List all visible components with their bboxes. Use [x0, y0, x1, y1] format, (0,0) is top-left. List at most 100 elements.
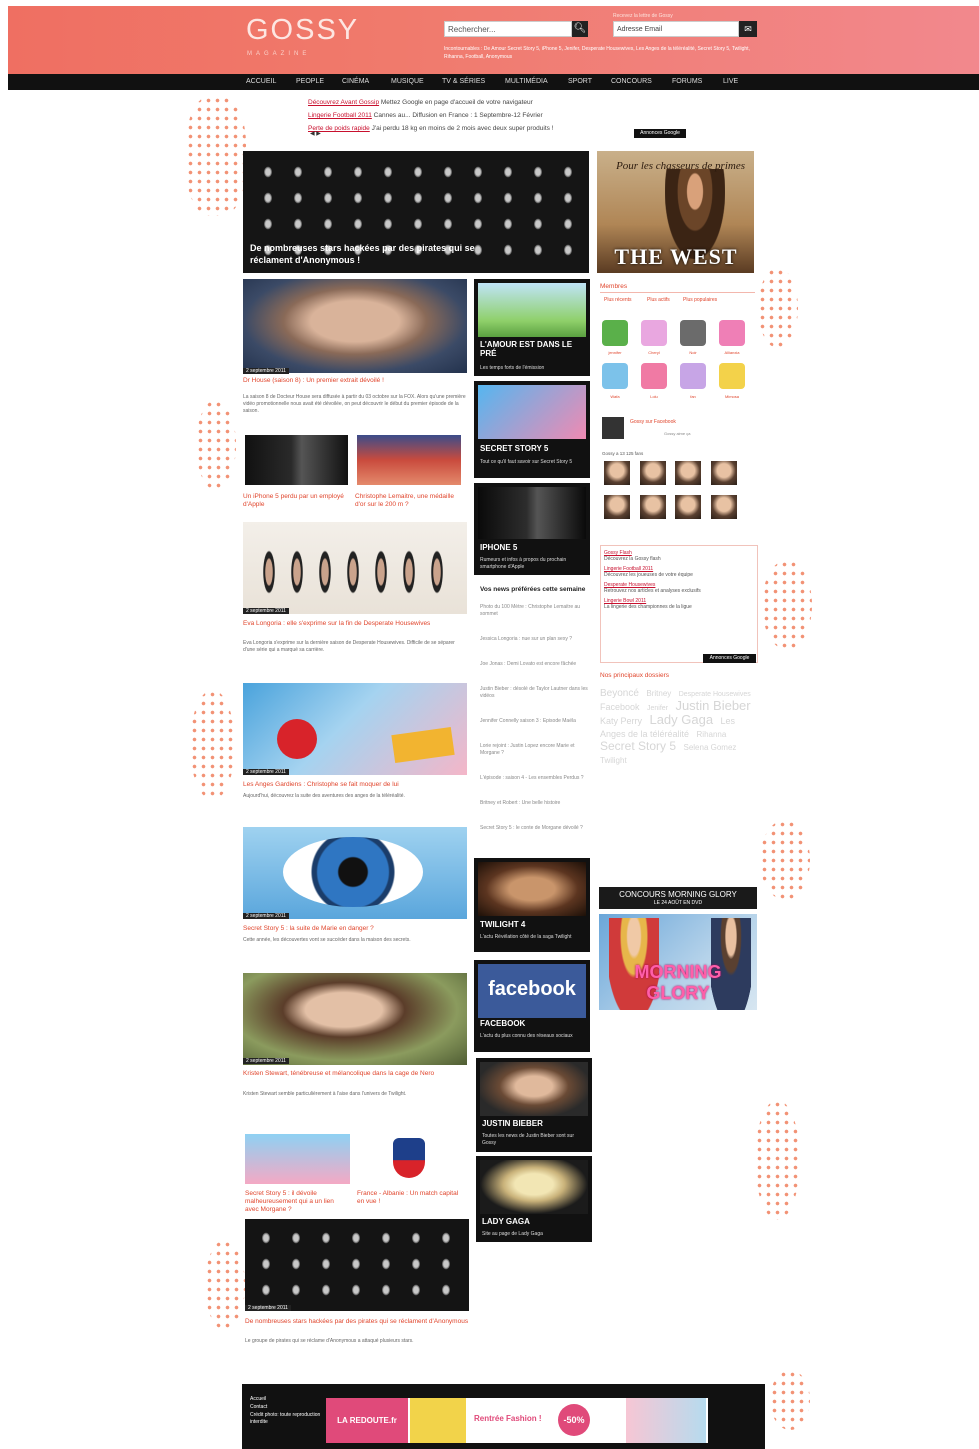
contest-header[interactable]: CONCOURS MORNING GLORY LE 24 AOÛT EN DVD [599, 887, 757, 909]
card-facebook[interactable]: facebook FACEBOOK L'actu du plus connu d… [474, 960, 590, 1052]
envelope-icon[interactable]: ✉ [739, 21, 757, 37]
article-title[interactable]: Les Anges Gardiens : Christophe se fait … [243, 781, 467, 789]
article-title[interactable]: Christophe Lemaitre, une médaille d'or s… [355, 493, 461, 509]
article-image-lemaitre[interactable] [357, 435, 461, 485]
footer-ad-banner[interactable]: LA REDOUTE.fr Rentrée Fashion ! -50% [326, 1398, 708, 1443]
fan-avatar[interactable] [711, 495, 737, 519]
article-image-secret-story-eye[interactable] [243, 827, 467, 919]
fan-avatar[interactable] [711, 461, 737, 485]
list-item[interactable]: Justin Bieber : désolé de Taylor Lautner… [480, 686, 590, 700]
article-title[interactable]: Kristen Stewart, ténébreuse et mélancoli… [243, 1070, 467, 1078]
tag-link[interactable]: Lady Gaga [649, 712, 713, 727]
sponsored-link[interactable]: Lingerie Football 2011 Découvrez les joue… [604, 566, 754, 578]
sponsored-link[interactable]: Gossy Flash Découvrez la Gossy flash [604, 550, 754, 562]
avatar[interactable] [680, 320, 706, 346]
article-image-desperate-housewives[interactable] [243, 522, 467, 614]
search-input[interactable]: Rechercher... [444, 21, 572, 37]
tab-popular[interactable]: Plus populaires [683, 297, 717, 303]
avatar[interactable] [680, 363, 706, 389]
avatar[interactable] [641, 363, 667, 389]
article-image-iphone[interactable] [245, 435, 348, 485]
gossy-facebook-label[interactable]: Gossy sur Facebook [630, 419, 676, 425]
article-image-house[interactable] [243, 279, 467, 373]
nav-item-accueil[interactable]: ACCUEIL [246, 74, 276, 90]
gossy-facebook-like[interactable]: Gossy aime ça [664, 431, 690, 436]
article-title[interactable]: Dr House (saison 8) : Un premier extrait… [243, 377, 467, 385]
nav-item-concours[interactable]: CONCOURS [611, 74, 652, 90]
site-logo[interactable]: GOSSY [246, 14, 359, 47]
list-item[interactable]: Jennifer Connelly saison 3 : Episode Maë… [480, 718, 590, 725]
fan-avatar[interactable] [640, 461, 666, 485]
nav-item-forums[interactable]: FORUMS [672, 74, 702, 90]
list-item[interactable]: Jessica Longoria : nue sur un plan sexy … [480, 636, 590, 643]
ad-badge[interactable]: Annonces Google [634, 129, 686, 138]
sponsored-link[interactable]: Lingerie Football 2011 Cannes au... Diff… [308, 109, 688, 122]
member-name[interactable]: fan [676, 394, 710, 399]
tag-link[interactable]: Twilight [600, 756, 627, 765]
footer-link-home[interactable]: Accueil [250, 1396, 266, 1403]
nav-item-sport[interactable]: SPORT [568, 74, 592, 90]
sponsored-link[interactable]: Perte de poids rapide J'ai perdu 18 kg e… [308, 122, 688, 135]
tag-link[interactable]: Britney [646, 689, 671, 698]
nav-item-tv-series[interactable]: TV & SÉRIES [442, 74, 485, 90]
fan-avatar[interactable] [640, 495, 666, 519]
article-title[interactable]: De nombreuses stars hackées par des pira… [245, 1318, 469, 1326]
fan-avatar[interactable] [675, 495, 701, 519]
fan-avatar[interactable] [675, 461, 701, 485]
search-icon[interactable]: 🔍︎ [572, 21, 588, 37]
member-name[interactable]: Cheryl [637, 350, 671, 355]
nav-item-cinema[interactable]: CINÉMA [342, 74, 369, 90]
tag-link[interactable]: Desperate Housewives [679, 691, 751, 698]
article-image-anges-gardiens[interactable] [243, 683, 467, 775]
member-name[interactable]: Allianxia [715, 350, 749, 355]
article-title[interactable]: France - Albanie : Un match capital en v… [357, 1190, 461, 1206]
avatar[interactable] [641, 320, 667, 346]
tag-link[interactable]: Selena Gomez [683, 743, 736, 752]
tag-link[interactable]: Beyoncé [600, 688, 639, 699]
card-twilight-4[interactable]: TWILIGHT 4 L'actu Révélation côté de la … [474, 858, 590, 952]
member-name[interactable]: Mimosa [715, 394, 749, 399]
article-title[interactable]: Secret Story 5 : il dévoile malheureusem… [245, 1190, 349, 1214]
email-field[interactable]: Adresse Email [613, 21, 739, 37]
card-justin-bieber[interactable]: JUSTIN BIEBER Toutes les news de Justin … [476, 1058, 592, 1152]
member-name[interactable]: jennifer [598, 350, 632, 355]
list-item[interactable]: Lorie rejoint : Justin Lopez encore Mari… [480, 743, 590, 757]
footer-link-contact[interactable]: Contact [250, 1404, 267, 1411]
avatar[interactable] [602, 320, 628, 346]
list-item[interactable]: L'épisode : saison 4 - Les ensembles Per… [480, 775, 590, 782]
tag-link[interactable]: Rihanna [697, 730, 727, 739]
card-amour-est-dans-le-pre[interactable]: L'AMOUR EST DANS LE PRÉ Les temps forts … [474, 279, 590, 376]
ad-badge[interactable]: Annonces Google [703, 654, 756, 663]
article-image-kristen-stewart[interactable] [243, 973, 467, 1065]
hero-title[interactable]: De nombreuses stars hackées par des pira… [250, 242, 475, 266]
member-name[interactable]: Lolu [637, 394, 671, 399]
nav-item-live[interactable]: LIVE [723, 74, 738, 90]
avatar[interactable] [719, 320, 745, 346]
fan-avatar[interactable] [604, 495, 630, 519]
article-image-secret-story-logo[interactable] [245, 1134, 350, 1184]
card-secret-story-5[interactable]: SECRET STORY 5 Tout ce qu'il faut savoir… [474, 381, 590, 478]
tag-link[interactable]: Katy Perry [600, 716, 642, 726]
tag-link[interactable]: Facebook [600, 702, 640, 712]
member-name[interactable]: Noir [676, 350, 710, 355]
list-item[interactable]: Photo du 100 Mètre : Christophe Lemaitre… [480, 604, 590, 618]
card-iphone-5[interactable]: IPHONE 5 Rumeurs et infos à propos du pr… [474, 483, 590, 575]
sponsored-link[interactable]: Découvrez Avant Gossip Mettez Google en … [308, 96, 688, 109]
tag-link[interactable]: Secret Story 5 [600, 739, 676, 753]
avatar[interactable] [719, 363, 745, 389]
nav-item-musique[interactable]: MUSIQUE [391, 74, 424, 90]
article-title[interactable]: Eva Longoria : elle s'exprime sur la fin… [243, 620, 467, 628]
tab-active[interactable]: Plus actifs [647, 297, 670, 303]
sponsored-link[interactable]: Desperate Housewives Retrouvez nos articl… [604, 582, 754, 594]
sponsored-link[interactable]: Lingerie Bowl 2011 La lingerie des champi… [604, 598, 754, 610]
ad-pager[interactable]: ◀ ▶ [310, 130, 321, 137]
tag-link[interactable]: Jenifer [647, 705, 668, 712]
fan-avatar[interactable] [604, 461, 630, 485]
list-item[interactable]: Secret Story 5 : le conte de Morgane dév… [480, 825, 590, 832]
avatar[interactable] [602, 363, 628, 389]
tag-link[interactable]: Justin Bieber [675, 698, 750, 713]
article-title[interactable]: Secret Story 5 : la suite de Marie en da… [243, 925, 467, 933]
article-image-anonymous[interactable] [245, 1219, 469, 1311]
list-item[interactable]: Britney et Robert : Une belle histoire [480, 800, 590, 807]
card-lady-gaga[interactable]: LADY GAGA Site au page de Lady Gaga [476, 1156, 592, 1242]
